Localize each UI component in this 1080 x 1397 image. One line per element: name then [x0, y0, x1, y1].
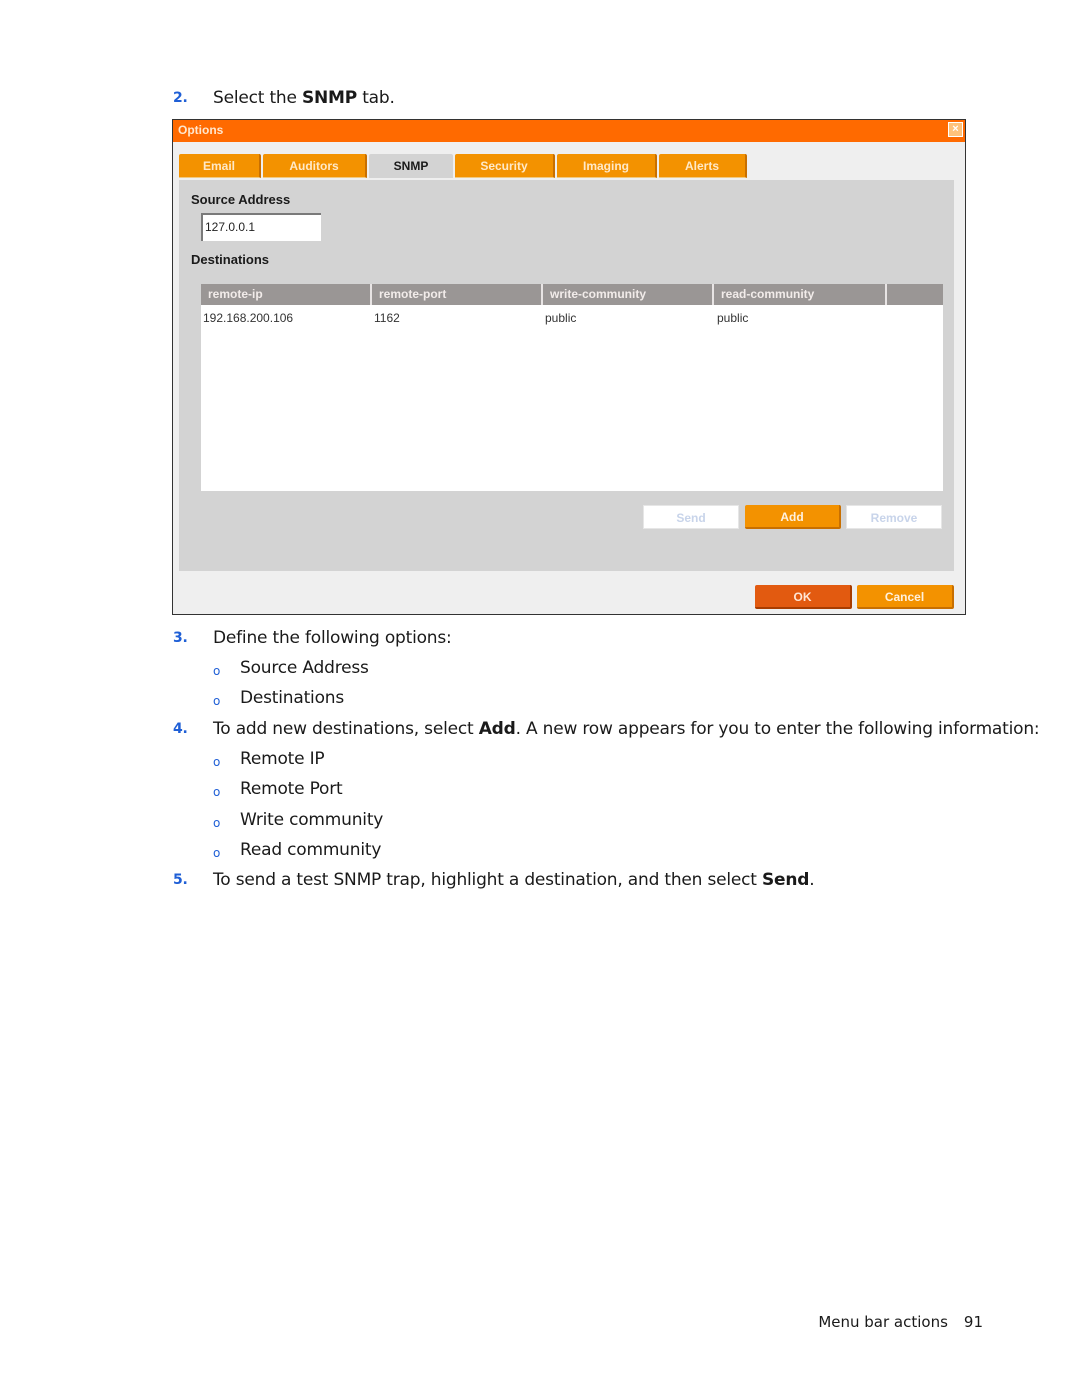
tab-imaging[interactable]: Imaging [557, 154, 657, 178]
remove-button[interactable]: Remove [846, 505, 942, 529]
ok-button[interactable]: OK [755, 585, 852, 609]
column-header-write-community[interactable]: write-community [543, 284, 714, 305]
table-header: remote-ip remote-port write-community re… [201, 284, 943, 305]
dialog-titlebar[interactable]: Options × [173, 120, 965, 142]
tab-alerts[interactable]: Alerts [659, 154, 747, 178]
page-number: 91 [963, 1313, 983, 1331]
source-address-label: Source Address [191, 192, 291, 207]
step-number: 3. [173, 630, 188, 646]
tab-email[interactable]: Email [179, 154, 261, 178]
step-text: Define the following options: [213, 628, 452, 648]
options-dialog: Options × Email Auditors SNMP Security I… [172, 119, 966, 615]
tab-snmp[interactable]: SNMP [369, 154, 453, 178]
step-number: 4. [173, 721, 188, 737]
page-footer: Menu bar actions 91 [818, 1313, 983, 1331]
bullet-icon: o [213, 664, 221, 678]
bullet-icon: o [213, 785, 221, 799]
destinations-table: remote-ip remote-port write-community re… [201, 284, 943, 491]
cancel-button[interactable]: Cancel [857, 585, 954, 609]
column-header-read-community[interactable]: read-community [714, 284, 887, 305]
step-number: 2. [173, 90, 188, 106]
cell-remote-port: 1162 [374, 311, 400, 325]
close-icon[interactable]: × [948, 122, 963, 137]
column-header-remote-ip[interactable]: remote-ip [201, 284, 372, 305]
column-header-remote-port[interactable]: remote-port [372, 284, 543, 305]
snmp-panel: Source Address 127.0.0.1 Destinations re… [179, 180, 954, 571]
step-text: To send a test SNMP trap, highlight a de… [213, 870, 815, 890]
section-name: Menu bar actions [818, 1313, 948, 1331]
bullet-icon: o [213, 816, 221, 830]
destinations-label: Destinations [191, 252, 270, 267]
dialog-title: Options [178, 123, 224, 137]
tab-security[interactable]: Security [455, 154, 555, 178]
add-button[interactable]: Add [745, 505, 841, 529]
cell-remote-ip: 192.168.200.106 [203, 311, 294, 325]
source-address-input[interactable]: 127.0.0.1 [201, 213, 321, 241]
step-text: Select the SNMP tab. [213, 88, 395, 108]
send-button[interactable]: Send [643, 505, 739, 529]
tab-auditors[interactable]: Auditors [263, 154, 367, 178]
cell-read-community: public [717, 311, 749, 325]
bullet-icon: o [213, 694, 221, 708]
table-row[interactable]: 192.168.200.106 1162 public public [201, 308, 943, 328]
step-text: To add new destinations, select Add. A n… [213, 719, 1040, 739]
step-number: 5. [173, 872, 188, 888]
cell-write-community: public [545, 311, 577, 325]
bullet-icon: o [213, 846, 221, 860]
bullet-icon: o [213, 755, 221, 769]
